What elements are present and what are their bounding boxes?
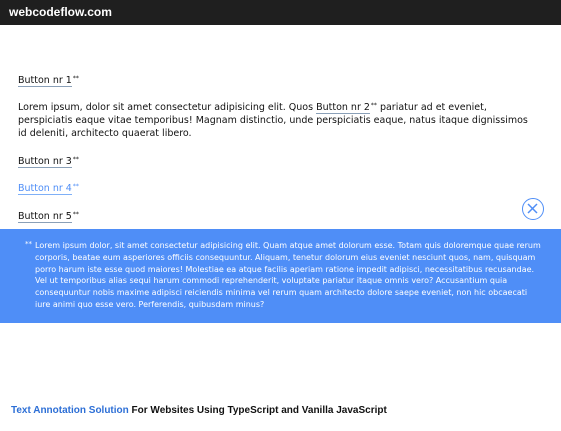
annotation-mark: ** — [72, 75, 79, 82]
button-1-row: Button nr 1** — [18, 74, 79, 87]
annotation-mark: ** — [72, 183, 79, 190]
paragraph: Lorem ipsum, dolor sit amet consectetur … — [18, 101, 538, 140]
annotation-panel: ** Lorem ipsum dolor, sit amet consectet… — [0, 229, 561, 323]
button-2[interactable]: Button nr 2 — [316, 102, 370, 114]
annotation-text: Lorem ipsum dolor, sit amet consectetur … — [35, 241, 541, 309]
annotation-mark: ** — [72, 211, 79, 218]
close-annotation-button[interactable] — [522, 198, 544, 220]
button-3-row: Button nr 3** — [18, 155, 79, 168]
paragraph-text-before: Lorem ipsum, dolor sit amet consectetur … — [18, 102, 317, 113]
button-5[interactable]: Button nr 5 — [18, 211, 72, 223]
site-header: webcodeflow.com — [0, 0, 561, 25]
annotation-mark: ** — [72, 156, 79, 163]
button-4-row: Button nr 4** — [18, 182, 79, 195]
site-title[interactable]: webcodeflow.com — [9, 5, 112, 19]
footer-caption: Text Annotation Solution For Websites Us… — [11, 405, 387, 416]
annotation-mark: ** — [370, 102, 377, 109]
button-5-row: Button nr 5** — [18, 210, 79, 223]
button-4[interactable]: Button nr 4 — [18, 183, 72, 195]
footer-text: For Websites Using TypeScript and Vanill… — [128, 405, 387, 416]
close-icon — [527, 203, 538, 214]
annotation-mark: ** — [25, 240, 32, 248]
footer-highlight: Text Annotation Solution — [11, 405, 129, 416]
button-3[interactable]: Button nr 3 — [18, 156, 72, 168]
button-1[interactable]: Button nr 1 — [18, 75, 72, 87]
